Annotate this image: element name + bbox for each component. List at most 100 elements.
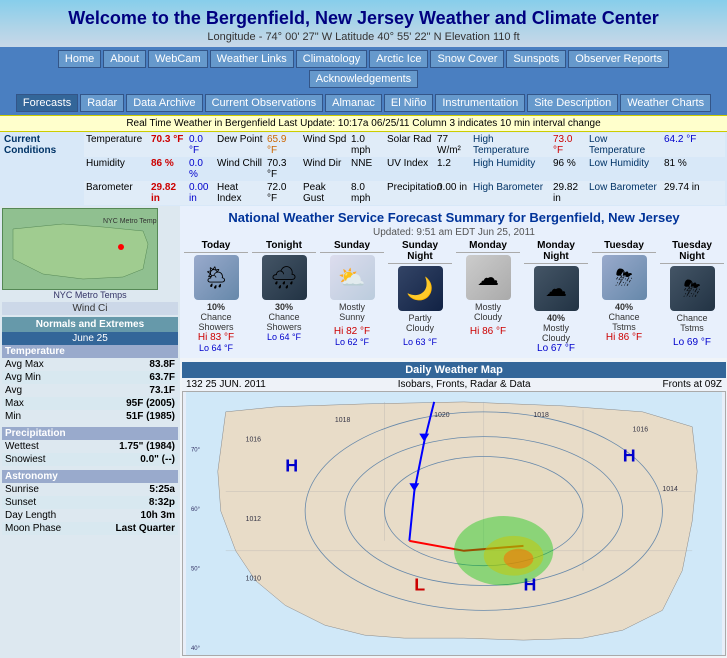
tuesday-icon: ⛈ [602, 255, 647, 300]
svg-text:H: H [623, 445, 636, 465]
normals-avg-row: Avg 73.1F [2, 384, 178, 397]
monday-night-temps: Lo 67 °F [524, 343, 588, 354]
nav-climatology[interactable]: Climatology [296, 50, 367, 68]
location-subtitle: Longitude - 74° 00' 27" W Latitude 40° 5… [4, 31, 723, 43]
nav-sunspots[interactable]: Sunspots [506, 50, 566, 68]
svg-text:1016: 1016 [633, 427, 649, 434]
solarrad-value: 77 W/m² [435, 133, 471, 157]
nav-observer-reports[interactable]: Observer Reports [568, 50, 669, 68]
highhumidity-value: 96 % [551, 157, 587, 181]
tuesday-temps: Hi 86 °F [592, 332, 656, 343]
sunset-row: Sunset 8:32p [2, 496, 178, 509]
map-date: 132 25 JUN. 2011 [186, 379, 266, 390]
monday-temps: Hi 86 °F [456, 326, 520, 337]
daily-map-title: Daily Weather Map [182, 362, 726, 378]
monday-night-desc: 40%MostlyCloudy [524, 313, 588, 343]
avg-label: Avg [5, 385, 149, 396]
nav-webcam[interactable]: WebCam [148, 50, 208, 68]
lowtemp-label: Low Temperature [587, 133, 662, 157]
highbaro-label: High Barometer [471, 181, 551, 205]
nav-radar[interactable]: Radar [80, 94, 124, 112]
solarrad-label: Solar Rad [385, 133, 435, 157]
forecast-day-monday: Monday ☁ MostlyCloudy Hi 86 °F [454, 238, 522, 356]
sunday-night-lo: Lo 63 °F [388, 337, 452, 347]
temperature-category: Temperature [2, 345, 178, 358]
sunday-desc: MostlySunny [320, 302, 384, 326]
temp-label: Temperature [84, 133, 149, 157]
snowiest-label: Snowiest [5, 454, 140, 465]
winddir-value: NNE [349, 157, 385, 181]
forecast-section: National Weather Service Forecast Summar… [180, 206, 727, 358]
sunrise-row: Sunrise 5:25a [2, 483, 178, 496]
normals-date: June 25 [2, 332, 178, 345]
lowbaro-label: Low Barometer [587, 181, 662, 205]
conditions-header: Current Conditions [2, 133, 84, 205]
avgmax-label: Avg Max [5, 359, 149, 370]
nav-instrumentation[interactable]: Instrumentation [435, 94, 525, 112]
forecast-day-tonight: Tonight 🌧 30%ChanceShowers Lo 64 °F [250, 238, 318, 356]
precip-value: 0.00 in [435, 181, 471, 205]
uvindex-value: 1.2 [435, 157, 471, 181]
nav-el-nino[interactable]: El Niño [384, 94, 433, 112]
today-temps: Hi 83 °F [184, 332, 248, 343]
highhumidity-label: High Humidity [471, 157, 551, 181]
hightemp-label: High Temperature [471, 133, 551, 157]
dewpoint-label: Dew Point [215, 133, 265, 157]
conditions-row: Current Conditions Temperature 70.3 °F 0… [0, 132, 727, 206]
today-desc: 10%ChanceShowers [184, 302, 248, 332]
astronomy-category: Astronomy [2, 470, 178, 483]
nav-site-description[interactable]: Site Description [527, 94, 618, 112]
moonphase-label: Moon Phase [5, 523, 116, 534]
svg-text:70°: 70° [191, 448, 201, 454]
forecast-day-sunday-night: SundayNight 🌙 PartlyCloudy Lo 63 °F [386, 238, 454, 356]
nav-almanac[interactable]: Almanac [325, 94, 382, 112]
nav-acknowledgements[interactable]: Acknowledgements [309, 70, 418, 88]
uvindex-label: UV Index [385, 157, 435, 181]
nav-weather-links[interactable]: Weather Links [210, 50, 294, 68]
forecast-grid: Today 🌦 10%ChanceShowers Hi 83 °F Lo 64 … [182, 238, 726, 356]
main-content: NYC Metro Temps NYC Metro Temps Wind Ci … [0, 206, 727, 658]
svg-text:1012: 1012 [246, 516, 262, 523]
barometer-value: 29.82 in [149, 181, 187, 205]
main-title: Welcome to the Bergenfield, New Jersey W… [4, 8, 723, 29]
nav-current-observations[interactable]: Current Observations [205, 94, 324, 112]
lowtemp-value: 64.2 °F [662, 133, 698, 157]
wettest-label: Wettest [5, 441, 119, 452]
mini-map: NYC Metro Temps [2, 208, 158, 290]
avgmax-value: 83.8F [149, 359, 175, 370]
snowiest-value: 0.0" (--) [140, 454, 175, 465]
map-subtitle: Isobars, Fronts, Radar & Data [398, 379, 531, 390]
dewpoint-value: 65.9 °F [265, 133, 301, 157]
avg-value: 73.1F [149, 385, 175, 396]
tonight-name: Tonight [252, 240, 316, 253]
forecast-day-today: Today 🌦 10%ChanceShowers Hi 83 °F Lo 64 … [182, 238, 250, 356]
nav-snow-cover[interactable]: Snow Cover [430, 50, 504, 68]
normals-max-row: Max 95F (2005) [2, 397, 178, 410]
daylength-label: Day Length [5, 510, 141, 521]
nav-about[interactable]: About [103, 50, 146, 68]
sunday-icon: ⛅ [330, 255, 375, 300]
tuesday-desc: 40%ChanceTstms [592, 302, 656, 332]
nav-arctic-ice[interactable]: Arctic Ice [369, 50, 428, 68]
peakgust-value: 8.0 mph [349, 181, 385, 205]
monday-name: Monday [456, 240, 520, 253]
min-label: Min [5, 411, 126, 422]
sunday-night-name: SundayNight [388, 240, 452, 264]
forecast-day-tuesday: Tuesday ⛈ 40%ChanceTstms Hi 86 °F [590, 238, 658, 356]
heatindex-label: Heat Index [215, 181, 265, 205]
conditions-data: Temperature 70.3 °F 0.0 °F Dew Point 65.… [84, 133, 725, 205]
forecast-updated: Updated: 9:51 am EDT Jun 25, 2011 [182, 227, 726, 238]
nav-home[interactable]: Home [58, 50, 101, 68]
max-value: 95F (2005) [126, 398, 175, 409]
sunset-label: Sunset [5, 497, 149, 508]
precip-label: Precipitation [385, 181, 435, 205]
normals-avgmax-row: Avg Max 83.8F [2, 358, 178, 371]
nav-forecasts[interactable]: Forecasts [16, 94, 78, 112]
nav-weather-charts[interactable]: Weather Charts [620, 94, 711, 112]
nav-data-archive[interactable]: Data Archive [126, 94, 202, 112]
conditions-row-3: Barometer 29.82 in 0.00 in Heat Index 72… [84, 181, 725, 205]
daylength-value: 10h 3m [141, 510, 175, 521]
barometer-change: 0.00 in [187, 181, 215, 205]
tuesday-night-temps: Lo 69 °F [660, 337, 724, 348]
wind-ci-label: Wind Ci [2, 302, 178, 315]
